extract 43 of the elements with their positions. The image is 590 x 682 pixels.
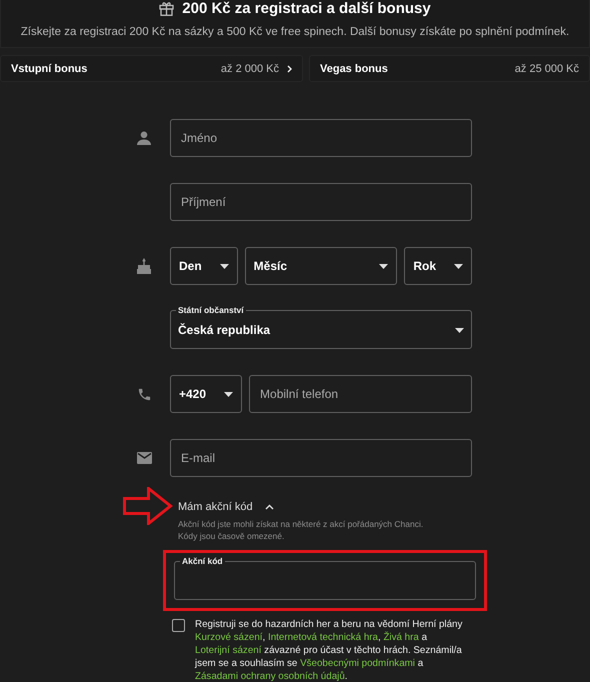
dropdown-caret-icon <box>455 328 464 332</box>
dropdown-caret-icon <box>224 392 234 396</box>
promo-code-toggle[interactable]: Mám akční kód <box>178 501 274 513</box>
chevron-right-icon <box>287 64 292 72</box>
gift-icon <box>159 1 174 16</box>
bonus-label: Vegas bonus <box>320 62 389 74</box>
bonus-label: Vstupní bonus <box>11 62 88 74</box>
consent-checkbox[interactable] <box>172 619 185 632</box>
bonus-card[interactable]: Vstupní bonus až 2 000 Kč <box>0 55 303 82</box>
dropdown-caret-icon <box>220 264 229 268</box>
dropdown-caret-icon <box>454 264 463 268</box>
dropdown-field[interactable]: +420 <box>170 375 242 413</box>
chevron-up-icon <box>264 504 274 510</box>
field-label: Státní občanství <box>176 304 246 316</box>
text-field[interactable]: E-mail <box>170 439 472 477</box>
dropdown-caret-icon <box>379 264 388 268</box>
consent-text: Registruji se do hazardních her a beru na vědomí Herní plány Kurzové sázení, Internetová technická hra, Živá hra a Loterijní sázení závazné pro účast v těchto hrách. Seznámil/a jsem se a souhlasím se Všeobecnými podmínkami a Zásadami ochrany osobních údajů. <box>195 618 464 682</box>
dropdown-field[interactable]: Státní občanství Česká republika <box>170 304 472 349</box>
promo-code-field[interactable]: Akční kód <box>174 554 476 600</box>
terms-link[interactable]: Kurzové sázení <box>195 632 263 643</box>
annotation-arrow <box>123 487 173 525</box>
promo-code-hint: Akční kód jste mohli získat na některé z akcí pořádaných Chanci. Kódy jsou časově omezené. <box>178 518 424 542</box>
dropdown-field[interactable]: Den <box>170 247 238 285</box>
terms-link[interactable]: Loterijní sázení <box>195 645 262 656</box>
terms-link[interactable]: Zásadami ochrany osobních údajů <box>195 671 345 682</box>
banner-title: 200 Kč za registraci a další bonusy <box>182 0 431 17</box>
text-field[interactable]: Příjmení <box>170 183 472 221</box>
bonus-card[interactable]: Vegas bonus až 25 000 Kč <box>309 55 590 82</box>
field-label: Akční kód <box>180 554 225 566</box>
dropdown-field[interactable]: Měsíc <box>244 247 398 285</box>
cake-icon <box>137 258 151 274</box>
bonus-amount: až 2 000 Kč <box>220 62 279 74</box>
terms-link[interactable]: Internetová technická hra <box>268 632 378 643</box>
mail-icon <box>137 452 152 464</box>
text-field[interactable]: Mobilní telefon <box>249 375 472 413</box>
phone-icon <box>137 386 152 402</box>
terms-link[interactable]: Všeobecnými podmínkami <box>300 658 415 669</box>
terms-link[interactable]: Živá hra <box>383 632 419 643</box>
banner-subtitle: Získejte za registraci 200 Kč na sázky a 500 Kč ve free spinech. Další bonusy získáte po splnění podmínek. <box>20 26 570 38</box>
text-field[interactable]: Jméno <box>170 119 472 157</box>
bonus-amount: až 25 000 Kč <box>514 62 579 74</box>
person-icon <box>137 131 151 145</box>
dropdown-field[interactable]: Rok <box>404 247 472 285</box>
